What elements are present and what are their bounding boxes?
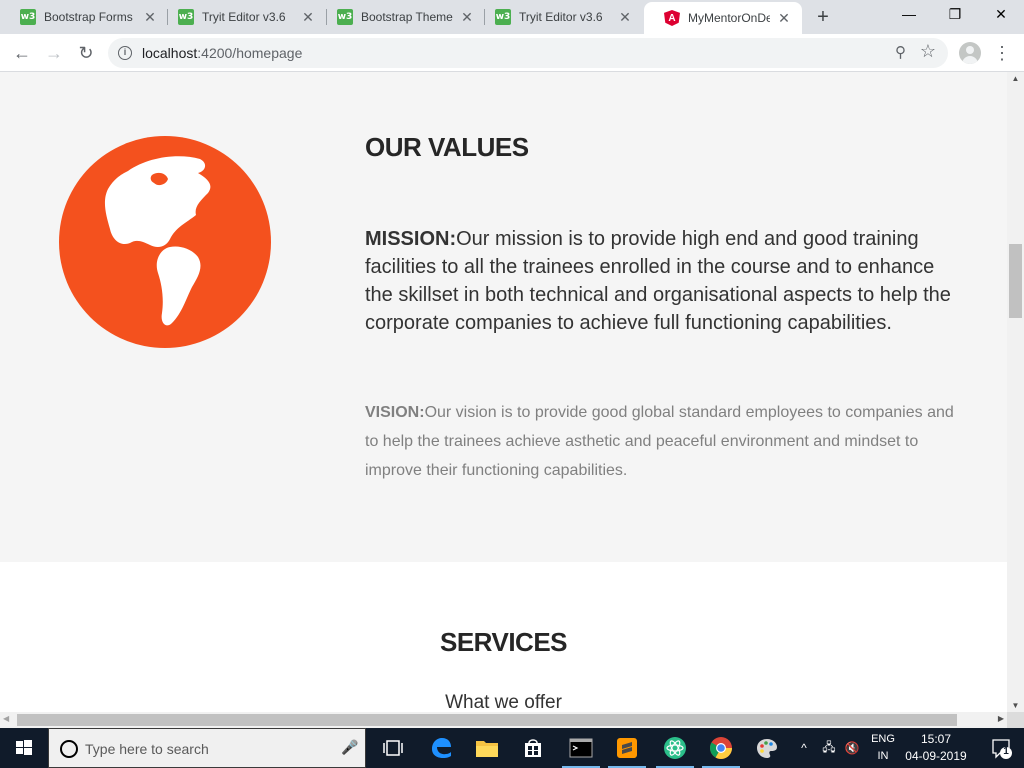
search-placeholder: Type here to search (85, 741, 209, 757)
paint-button[interactable] (744, 728, 790, 768)
vertical-scrollbar[interactable]: ▲ ▼ (1007, 72, 1024, 712)
task-view-button[interactable] (370, 728, 416, 768)
atom-editor-button[interactable] (652, 728, 698, 768)
profile-avatar-icon[interactable] (959, 42, 981, 64)
sublime-text-button[interactable] (604, 728, 650, 768)
back-button[interactable]: ← (8, 40, 36, 66)
action-center-button[interactable]: 1 (980, 728, 1024, 768)
forward-button[interactable]: → (40, 40, 68, 66)
globe-icon (59, 136, 271, 348)
sublime-icon (617, 738, 637, 758)
minimize-button[interactable]: — (886, 0, 932, 30)
tab-label: MyMentorOnDem (688, 11, 770, 25)
terminal-icon (569, 738, 593, 758)
vision-text: Our vision is to provide good global sta… (365, 404, 954, 479)
windows-taskbar: Type here to search 🎤 ^ 🖧 🔇 ENG IN 15:07… (0, 728, 1024, 768)
task-view-icon (383, 740, 403, 756)
mission-paragraph: MISSION:Our mission is to provide high e… (365, 225, 965, 337)
w3schools-icon: w3 (178, 9, 194, 25)
w3schools-icon: w3 (20, 9, 36, 25)
url-text[interactable]: localhost:4200/homepage (142, 45, 302, 61)
address-bar[interactable]: i localhost:4200/homepage ⚲ ☆ (108, 38, 948, 68)
tab-label: Bootstrap Theme (361, 10, 453, 24)
scroll-right-icon[interactable]: ▶ (998, 714, 1004, 723)
values-heading: OUR VALUES (365, 132, 529, 162)
tray-overflow-icon[interactable]: ^ (796, 728, 812, 768)
atom-icon (664, 737, 686, 759)
url-host: localhost (142, 45, 198, 61)
tab-strip: w3 Bootstrap Forms ✕ w3 Tryit Editor v3.… (0, 0, 1024, 34)
language-region: IN (877, 750, 889, 762)
horizontal-scroll-thumb[interactable] (17, 714, 957, 726)
clock-date: 04-09-2019 (905, 749, 967, 763)
file-explorer-button[interactable] (464, 728, 510, 768)
windows-logo-icon (16, 740, 32, 755)
tab-mymentorondemand[interactable]: A MyMentorOnDem ✕ (644, 2, 802, 34)
restore-button[interactable]: ❐ (932, 0, 978, 30)
vision-paragraph: VISION:Our vision is to provide good glo… (365, 398, 955, 485)
cortana-icon (60, 740, 78, 758)
scroll-corner (1007, 712, 1024, 728)
angular-icon: A (664, 10, 680, 26)
microphone-icon[interactable]: 🎤 (341, 739, 358, 756)
site-info-icon[interactable]: i (118, 46, 132, 60)
notification-count: 1 (1003, 746, 1009, 757)
command-prompt-button[interactable] (558, 728, 604, 768)
reload-button[interactable]: ↻ (72, 40, 100, 66)
tab-bootstrap-forms[interactable]: w3 Bootstrap Forms ✕ (0, 0, 168, 34)
network-icon[interactable]: 🖧 (818, 728, 840, 768)
close-tab-icon[interactable]: ✕ (300, 9, 316, 25)
services-heading: SERVICES (439, 627, 568, 657)
system-clock[interactable]: 15:07 04-09-2019 (900, 731, 972, 765)
start-button[interactable] (0, 728, 48, 768)
new-tab-button[interactable]: + (812, 6, 834, 28)
close-tab-icon[interactable]: ✕ (776, 10, 792, 26)
w3schools-icon: w3 (495, 9, 511, 25)
edge-browser-button[interactable] (418, 728, 464, 768)
clock-time: 15:07 (920, 732, 952, 746)
chrome-icon (710, 737, 732, 759)
close-tab-icon[interactable]: ✕ (142, 9, 158, 25)
tab-tryit-editor-2[interactable]: w3 Tryit Editor v3.6 ✕ (475, 0, 643, 34)
folder-icon (476, 741, 498, 757)
services-subtitle: What we offer (445, 692, 562, 712)
scroll-down-icon[interactable]: ▼ (1007, 701, 1024, 710)
w3schools-icon: w3 (337, 9, 353, 25)
edge-icon (432, 738, 451, 758)
vision-label: VISION: (365, 404, 425, 421)
horizontal-scrollbar[interactable]: ◀ ▶ (0, 712, 1007, 728)
scroll-up-icon[interactable]: ▲ (1007, 74, 1024, 83)
store-button[interactable] (510, 728, 556, 768)
values-section: OUR VALUES MISSION:Our mission is to pro… (0, 72, 1007, 562)
url-path: :4200/homepage (197, 45, 303, 61)
tab-tryit-editor-1[interactable]: w3 Tryit Editor v3.6 ✕ (158, 0, 326, 34)
zoom-icon[interactable]: ⚲ (895, 43, 906, 61)
volume-muted-icon[interactable]: 🔇 (842, 728, 862, 768)
chrome-button[interactable] (698, 728, 744, 768)
tab-label: Tryit Editor v3.6 (519, 10, 603, 24)
store-icon (525, 739, 541, 757)
browser-toolbar: ← → ↻ i localhost:4200/homepage ⚲ ☆ ⋮ (0, 34, 1024, 72)
language-indicator[interactable]: ENG IN (866, 731, 900, 765)
tab-bootstrap-theme[interactable]: w3 Bootstrap Theme ✕ (317, 0, 485, 34)
chrome-menu-icon[interactable]: ⋮ (992, 42, 1012, 64)
paint-palette-icon (757, 739, 777, 758)
page-viewport: OUR VALUES MISSION:Our mission is to pro… (0, 72, 1007, 712)
mission-label: MISSION: (365, 228, 457, 250)
bookmark-star-icon[interactable]: ☆ (920, 41, 936, 62)
language-code: ENG (871, 733, 895, 745)
close-window-button[interactable]: ✕ (978, 0, 1024, 30)
taskbar-search[interactable]: Type here to search 🎤 (48, 728, 366, 768)
tab-label: Bootstrap Forms (44, 10, 133, 24)
close-tab-icon[interactable]: ✕ (617, 9, 633, 25)
tab-label: Tryit Editor v3.6 (202, 10, 286, 24)
vertical-scroll-thumb[interactable] (1009, 244, 1022, 318)
scroll-left-icon[interactable]: ◀ (3, 714, 9, 723)
close-tab-icon[interactable]: ✕ (459, 9, 475, 25)
